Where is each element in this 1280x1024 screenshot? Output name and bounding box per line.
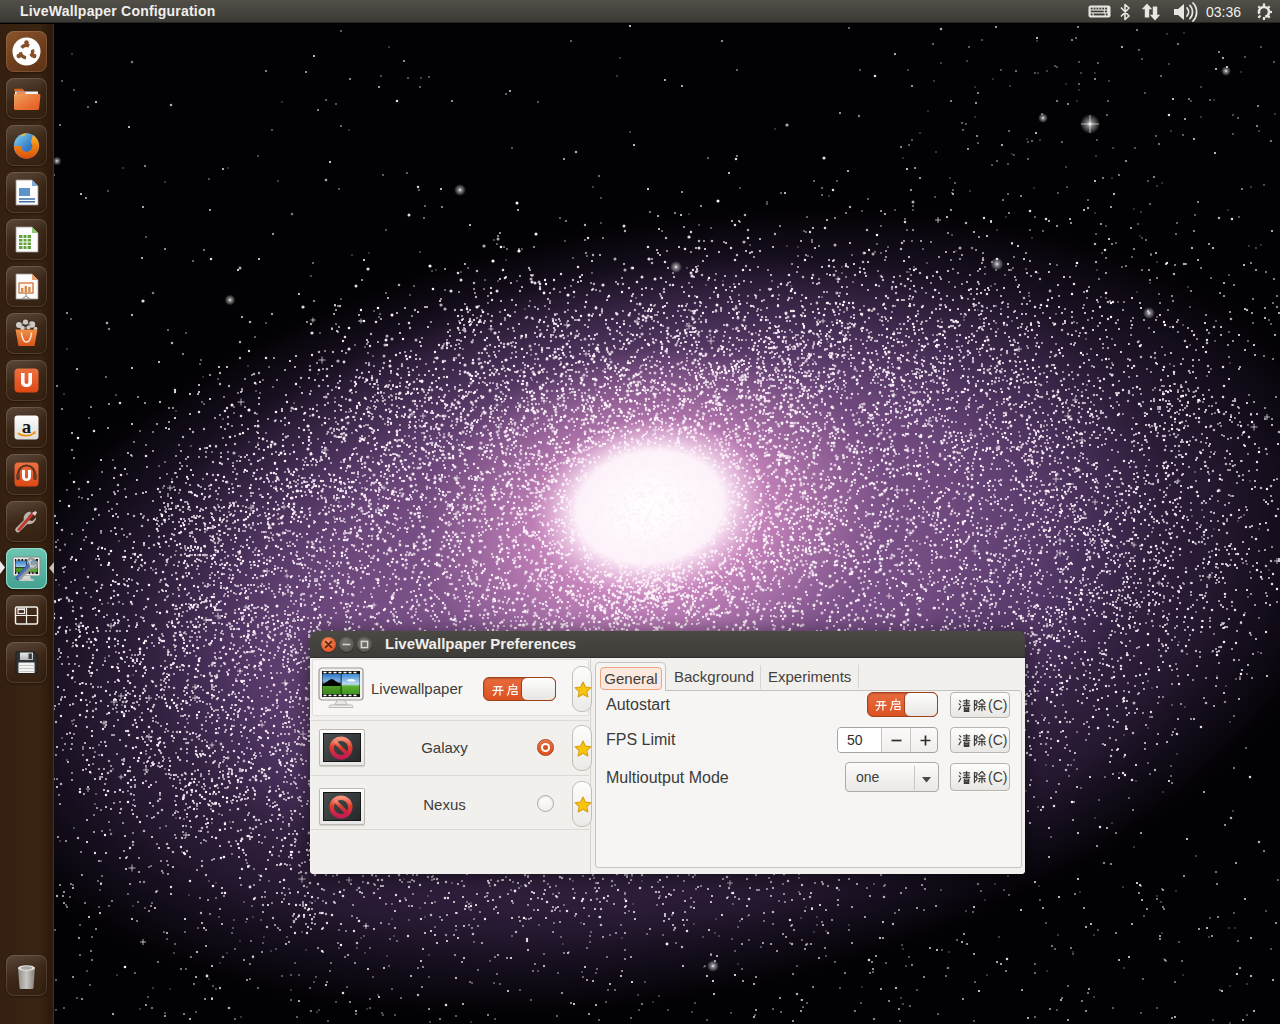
svg-text:a: a [22, 416, 32, 437]
